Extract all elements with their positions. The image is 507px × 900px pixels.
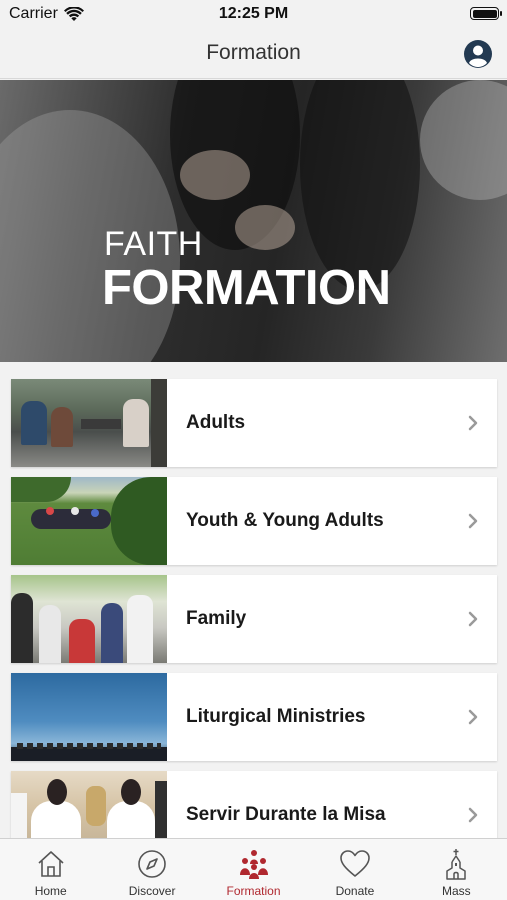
chevron-right-icon	[459, 610, 487, 628]
heart-icon	[340, 850, 370, 877]
list-item-liturgical[interactable]: Liturgical Ministries	[11, 673, 497, 761]
tab-label: Donate	[335, 884, 375, 898]
list-item-label: Liturgical Ministries	[186, 706, 366, 727]
page-title: Formation	[206, 41, 301, 64]
church-icon	[446, 849, 467, 880]
home-icon	[38, 851, 64, 877]
hero-title-line1: FAITH	[104, 225, 203, 263]
tab-discover[interactable]: Discover	[101, 839, 202, 900]
list-item-label: Youth & Young Adults	[186, 510, 384, 531]
liturgical-thumbnail	[11, 673, 167, 761]
tab-label: Discover	[128, 884, 176, 898]
battery-icon	[470, 7, 502, 20]
list-item-family[interactable]: Family	[11, 575, 497, 663]
family-thumbnail	[11, 575, 167, 663]
tab-label: Home	[34, 884, 67, 898]
status-bar: Carrier 12:25 PM	[0, 0, 507, 30]
list-item-label: Family	[186, 608, 247, 629]
tab-donate[interactable]: Donate	[304, 839, 405, 900]
servir-thumbnail	[11, 771, 167, 838]
list-item-label: Adults	[186, 412, 246, 433]
compass-icon	[138, 850, 166, 878]
list-item-adults[interactable]: Adults	[11, 379, 497, 467]
tab-label: Formation	[226, 884, 281, 898]
tab-bar: Home Discover Formation Donate Mass	[0, 838, 507, 900]
tab-home[interactable]: Home	[0, 839, 101, 900]
tab-label: Mass	[441, 884, 471, 898]
list-item-servir[interactable]: Servir Durante la Misa	[11, 771, 497, 838]
youth-thumbnail	[11, 477, 167, 565]
tab-formation[interactable]: Formation	[203, 839, 304, 900]
hero-banner: FAITH FORMATION	[0, 80, 507, 362]
people-icon	[239, 850, 268, 879]
list-item-youth[interactable]: Youth & Young Adults	[11, 477, 497, 565]
nav-bar: Formation	[0, 30, 507, 79]
profile-icon[interactable]	[463, 39, 493, 69]
list-item-label: Servir Durante la Misa	[186, 804, 386, 825]
adults-thumbnail	[11, 379, 167, 467]
hero-title-line2: FORMATION	[102, 261, 391, 315]
chevron-right-icon	[459, 512, 487, 530]
clock: 12:25 PM	[218, 5, 289, 22]
chevron-right-icon	[459, 806, 487, 824]
chevron-right-icon	[459, 414, 487, 432]
tab-mass[interactable]: Mass	[406, 839, 507, 900]
formation-list: Adults Youth & Young Adults Family Litur…	[0, 362, 507, 838]
chevron-right-icon	[459, 708, 487, 726]
